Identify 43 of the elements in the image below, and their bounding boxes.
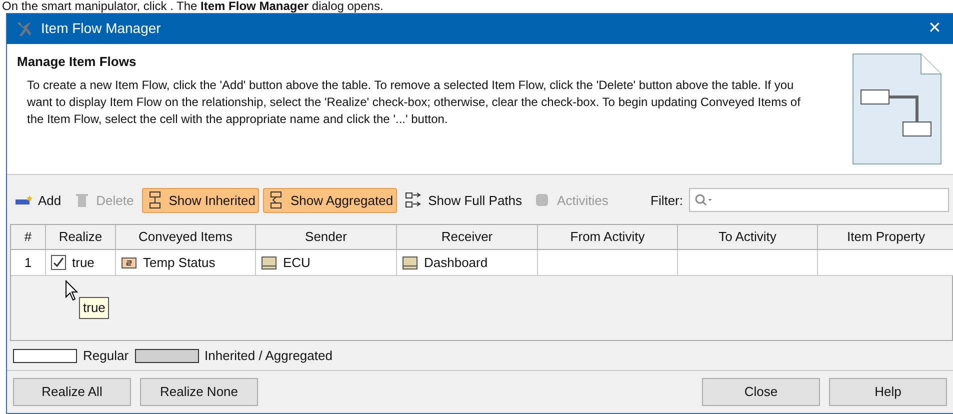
signal-icon bbox=[121, 256, 137, 270]
dialog-button[interactable]: Realize None bbox=[140, 378, 258, 406]
column-header[interactable]: Realize bbox=[46, 225, 116, 250]
window-title: Item Flow Manager bbox=[41, 19, 161, 38]
column-header[interactable]: Sender bbox=[256, 225, 397, 250]
close-button[interactable]: ✕ bbox=[924, 16, 945, 41]
legend-label: Regular bbox=[83, 346, 129, 365]
header-title: Manage Item Flows bbox=[17, 52, 138, 71]
add-icon bbox=[15, 195, 33, 206]
path-arrows-icon bbox=[405, 191, 424, 210]
dialog-button[interactable]: Help bbox=[829, 378, 947, 406]
tooltip: true bbox=[79, 297, 110, 318]
column-header[interactable]: From Activity bbox=[538, 225, 678, 250]
regular-swatch bbox=[13, 348, 77, 362]
toolbar-button[interactable]: Show Inherited bbox=[142, 188, 260, 214]
column-header[interactable]: # bbox=[11, 225, 46, 250]
block-icon bbox=[261, 256, 277, 270]
checkbox[interactable] bbox=[51, 255, 66, 270]
filter-field[interactable] bbox=[689, 188, 949, 212]
legend-label: Inherited / Aggregated bbox=[204, 346, 332, 365]
search-icon bbox=[694, 193, 714, 208]
table-cell: 1 bbox=[11, 250, 46, 276]
header-description: To create a new Item Flow, click the 'Add' button above the table. To remove a selected Item Flow, click the 'Delete' button above the table. If you want to display Item Flow on the relationship, select the 'Realize' check-box; otherwise, clear the check-box. To begin updating Conveyed Items of the Item Flow, select the cell with the appropriate name and click the '...' button. bbox=[26, 77, 802, 128]
document-diagram-icon bbox=[851, 52, 943, 166]
mouse-pointer-icon bbox=[65, 280, 79, 302]
column-header[interactable]: To Activity bbox=[678, 225, 818, 250]
table-cell-text: Dashboard bbox=[424, 254, 488, 272]
toolbar-button[interactable]: Show Aggregated bbox=[263, 188, 398, 214]
block-icon bbox=[402, 256, 418, 270]
column-header[interactable]: Item Property bbox=[818, 225, 953, 250]
table-cell-text: Temp Status bbox=[143, 254, 216, 272]
table-cell-text: true bbox=[72, 254, 94, 272]
app-icon bbox=[15, 20, 33, 38]
inherited-swatch bbox=[134, 348, 199, 362]
filter-label: Filter: bbox=[650, 192, 683, 210]
column-header[interactable]: Conveyed Items bbox=[116, 225, 256, 250]
table-cell-text: ECU bbox=[283, 254, 310, 272]
toolbar-button[interactable]: Show Full Paths bbox=[401, 188, 526, 214]
dialog-button[interactable]: Close bbox=[702, 378, 820, 406]
dialog-button[interactable]: Realize All bbox=[13, 378, 131, 406]
column-header[interactable]: Receiver bbox=[397, 225, 538, 250]
toolbar-button[interactable]: Add bbox=[11, 188, 66, 214]
intro-text: On the smart manipulator, click . The Item Flow Manager dialog opens. bbox=[1, 0, 384, 13]
